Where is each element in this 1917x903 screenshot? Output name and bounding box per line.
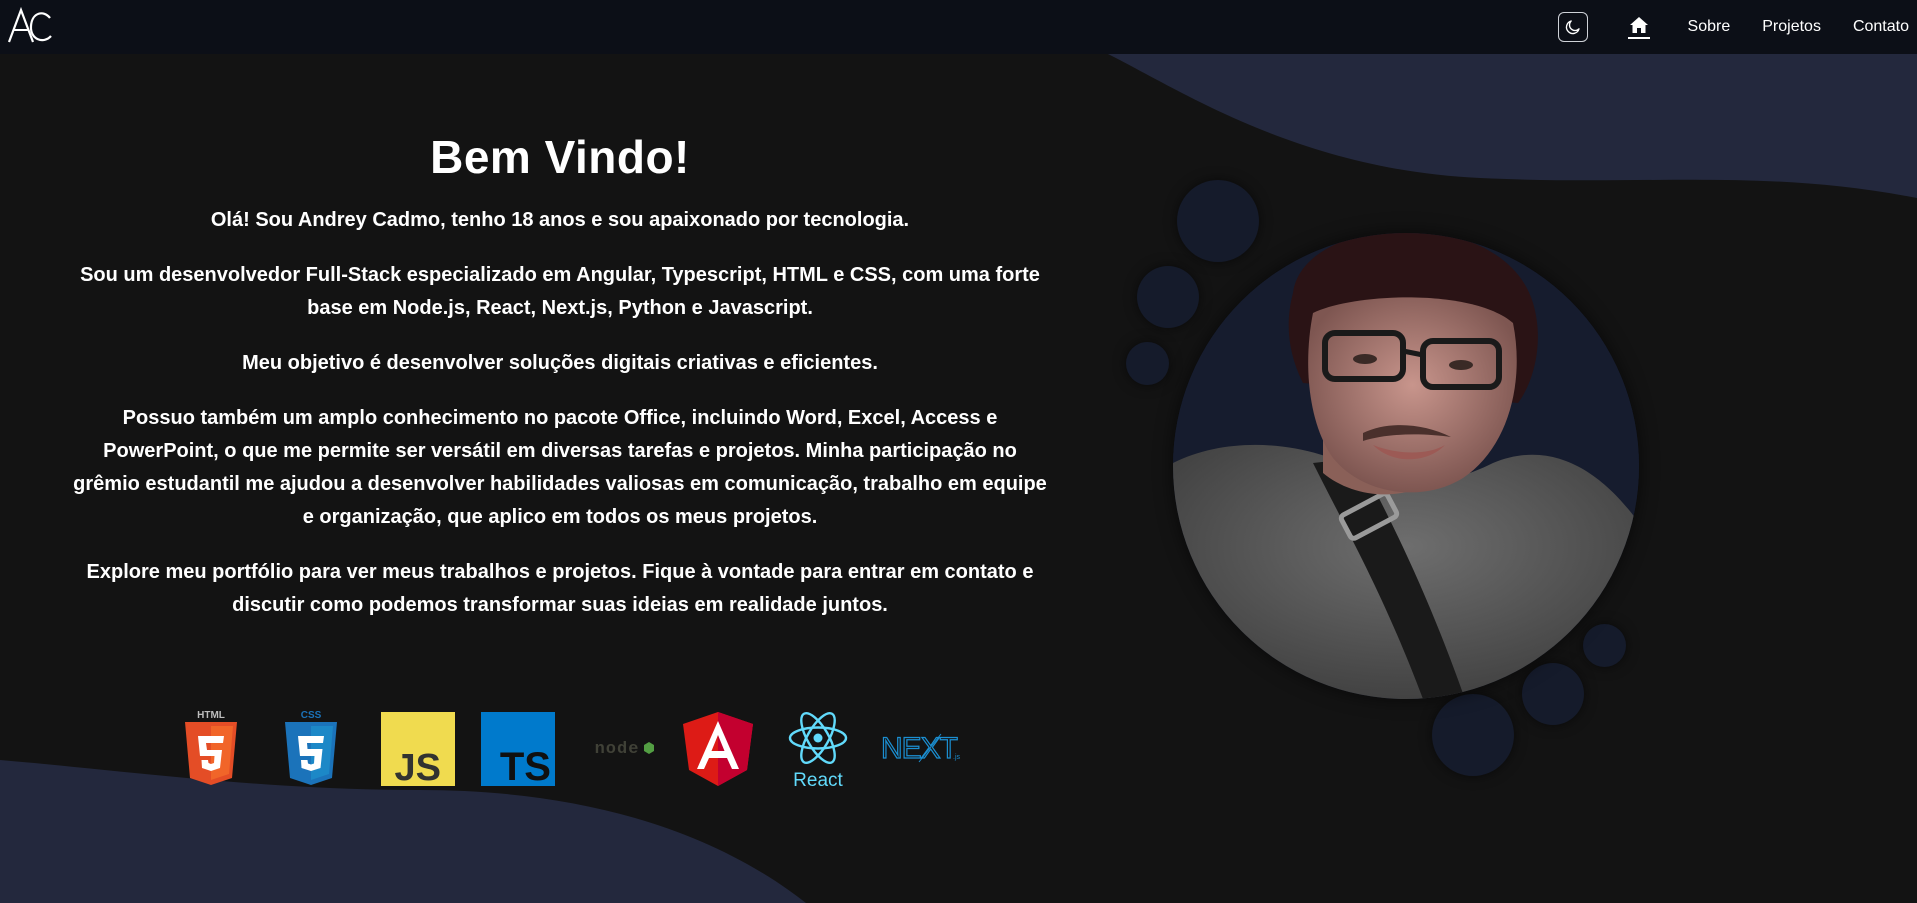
svg-text:.js: .js: [953, 754, 961, 761]
intro-paragraph-4: Possuo também um amplo conhecimento no p…: [73, 407, 1047, 528]
nextjs-icon: NEXT .js: [881, 708, 961, 788]
tech-stack-icons: HTML CSS JS TS node A React NEXT .js: [181, 708, 961, 790]
nav-menu: Sobre Projetos Contato: [1557, 0, 1917, 54]
decor-bubble: [1522, 663, 1584, 725]
intro-paragraph-3: Meu objetivo é desenvolver soluções digi…: [242, 352, 878, 374]
decor-bubble: [1432, 694, 1514, 776]
svg-text:AC: AC: [6, 4, 8, 5]
svg-text:NEXT: NEXT: [881, 732, 958, 765]
react-icon: React: [781, 708, 855, 790]
navbar: AC Sobre Projetos Contato: [0, 0, 1917, 54]
intro-section: Bem Vindo! Olá! Sou Andrey Cadmo, tenho …: [40, 120, 1080, 644]
intro-paragraph-5: Explore meu portfólio para ver meus trab…: [86, 561, 1034, 616]
svg-text:React: React: [793, 770, 843, 790]
nav-link-contato[interactable]: Contato: [1853, 18, 1909, 36]
nav-home-link[interactable]: [1627, 12, 1650, 42]
profile-photo: [1173, 233, 1639, 699]
page: AC Sobre Projetos Contato Bem Vindo! Olá…: [0, 0, 1917, 903]
profile-portrait: [1173, 233, 1639, 699]
svg-text:node: node: [595, 740, 640, 759]
svg-text:CSS: CSS: [301, 710, 322, 721]
html5-icon: HTML: [181, 708, 255, 788]
intro-paragraph-1: Olá! Sou Andrey Cadmo, tenho 18 anos e s…: [210, 209, 910, 231]
logo[interactable]: AC: [6, 4, 52, 48]
svg-text:A: A: [681, 708, 682, 709]
nav-link-projetos[interactable]: Projetos: [1762, 18, 1821, 36]
nav-link-sobre[interactable]: Sobre: [1688, 18, 1731, 36]
top-right-wave: [1108, 54, 1917, 198]
angular-icon: A: [681, 708, 755, 788]
javascript-icon: JS: [381, 708, 455, 788]
decor-bubble: [1583, 624, 1626, 667]
nodejs-icon: node: [581, 708, 655, 788]
css3-icon: CSS: [281, 708, 355, 788]
decor-bubble: [1177, 180, 1259, 262]
page-title: Bem Vindo!: [430, 131, 690, 183]
theme-toggle-button[interactable]: [1557, 12, 1588, 42]
decor-bubble: [1126, 342, 1169, 385]
typescript-icon: TS: [481, 708, 555, 788]
decor-bubble: [1137, 266, 1199, 328]
home-icon: [1629, 16, 1648, 33]
svg-text:JS: JS: [395, 747, 441, 788]
moon-icon: [1565, 20, 1580, 35]
intro-paragraph-2: Sou um desenvolvedor Full-Stack especial…: [80, 264, 1040, 319]
svg-text:TS: TS: [500, 745, 551, 788]
svg-text:HTML: HTML: [197, 710, 225, 721]
active-underline: [1627, 36, 1650, 39]
